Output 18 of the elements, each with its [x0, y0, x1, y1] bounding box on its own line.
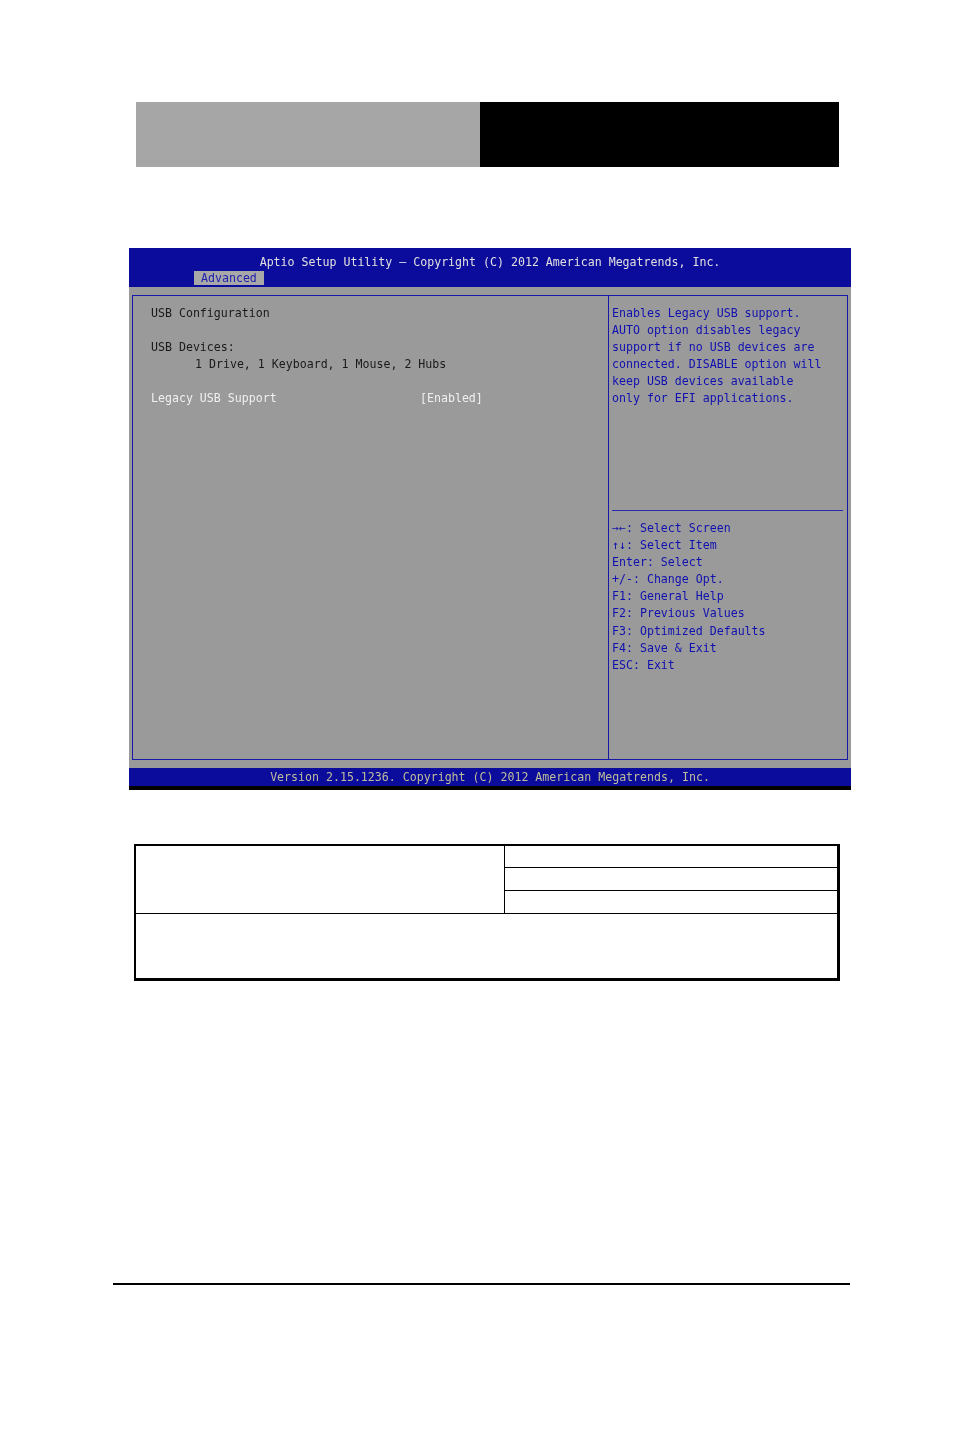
setting-value[interactable]: [Enabled]	[420, 390, 483, 407]
key-hint: F3: Optimized Defaults	[612, 622, 767, 640]
device-list-text: 1 Drive, 1 Keyboard, 1 Mouse, 2 Hubs	[194, 356, 448, 373]
key-hint: Enter: Select	[612, 554, 704, 572]
key-hint: +/-: Change Opt.	[612, 571, 725, 589]
window-title: Aptio Setup Utility – Copyright (C) 2012 American Megatrends, Inc.	[259, 254, 721, 271]
key-hint: F4: Save & Exit	[612, 639, 718, 657]
menu-tab[interactable]: Advanced	[194, 271, 264, 285]
key-hint: F1: General Help	[612, 588, 725, 606]
key-hint: F2: Previous Values	[612, 605, 746, 623]
key-hint: →←: Select Screen	[612, 520, 732, 537]
help-text: Enables Legacy USB support. AUTO option disables legacy support if no USB devices are connected. DISABLE option will keep USB devices available only for EFI applications.	[612, 305, 823, 407]
key-hint: ↑↓: Select Item	[612, 537, 718, 555]
section-heading: USB Devices:	[151, 339, 236, 356]
version-footer: Version 2.15.1236. Copyright (C) 2012 American Megatrends, Inc.	[270, 770, 710, 784]
setting-label[interactable]: Legacy USB Support	[151, 390, 420, 407]
section-heading: USB Configuration	[151, 305, 271, 322]
key-hint: ESC: Exit	[612, 656, 676, 674]
